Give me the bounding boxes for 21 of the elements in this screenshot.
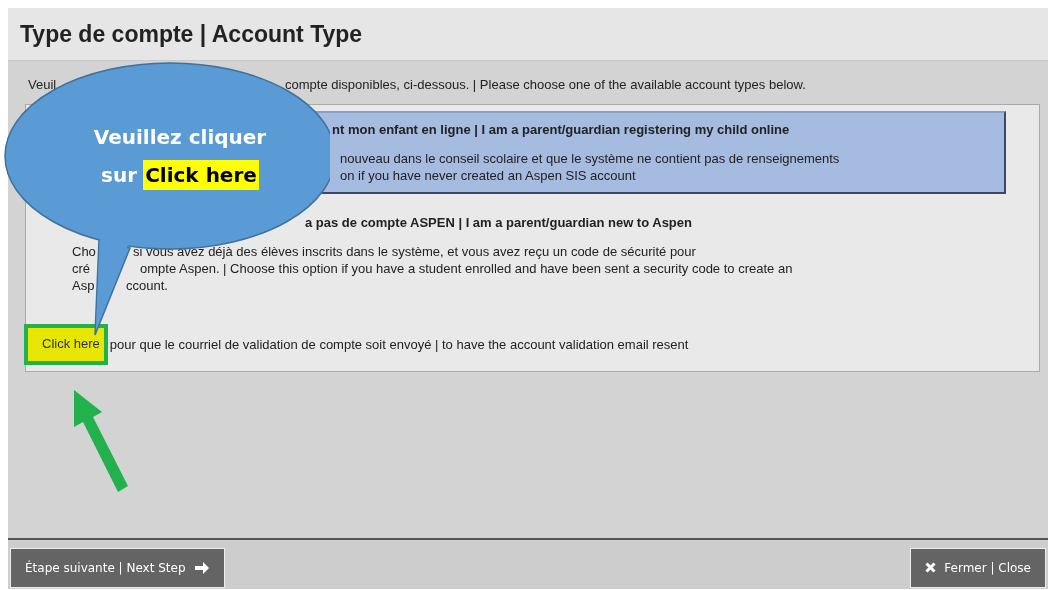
option-description: nouveau dans le conseil scolaire et que le système ne contient pas de renseignements — [340, 150, 841, 167]
option-title: a pas de compte ASPEN | I am a parent/guardian new to Aspen — [305, 214, 693, 231]
option-description: cré — [72, 260, 92, 277]
dialog-title: Type de compte | Account Type — [20, 20, 363, 48]
click-here-link[interactable]: Click here — [42, 336, 100, 351]
resend-text: pour que le courriel de validation de compte soit envoyé | to have the account validation email resent — [109, 337, 689, 352]
highlighted-text: Click here — [143, 160, 259, 190]
option-description: on if you have never created an Aspen SIS account — [340, 167, 637, 184]
arrow-right-icon — [193, 560, 210, 575]
close-icon — [925, 562, 937, 573]
option-description: ompte Aspen. | Choose this option if you have a student enrolled and have been sent a security code to create an — [140, 260, 794, 277]
option-description: Cho — [72, 243, 97, 260]
instruction-text: compte disponibles, ci-dessous. | Please choose one of the available account types below. — [285, 76, 807, 93]
option-description: Asp — [72, 277, 96, 294]
instruction-text: Veuil — [28, 76, 58, 93]
callout-text: Veuillez cliquer — [93, 124, 267, 151]
next-step-button[interactable]: Étape suivante | Next Step — [10, 547, 225, 588]
close-button[interactable]: Fermer | Close — [910, 547, 1046, 588]
option-title: nt mon enfant en ligne | I am a parent/guardian registering my child online — [332, 121, 791, 138]
callout-text: sur — [101, 162, 138, 189]
option-description: ccount. — [126, 277, 169, 294]
